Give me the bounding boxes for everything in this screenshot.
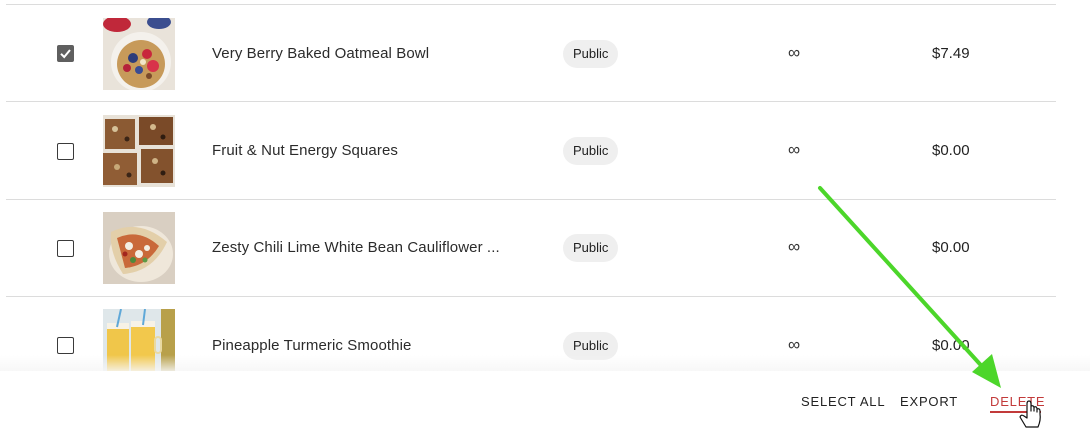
stock-infinite: ∞ [788,140,801,159]
export-button[interactable]: EXPORT [900,394,958,409]
product-price: $0.00 [932,337,970,354]
product-price: $0.00 [932,142,970,159]
energy-squares-photo [103,115,175,187]
visibility-badge: Public [563,234,619,262]
product-name[interactable]: Very Berry Baked Oatmeal Bowl [212,45,429,62]
row-checkbox[interactable] [57,143,74,160]
product-price: $0.00 [932,239,970,256]
scroll-fade [0,355,1090,372]
table-row[interactable]: Fruit & Nut Energy Squares Public ∞ $0.0… [6,101,1056,199]
product-name[interactable]: Fruit & Nut Energy Squares [212,142,398,159]
table-row[interactable]: Zesty Chili Lime White Bean Cauliflower … [6,199,1056,297]
product-price: $7.49 [932,45,970,62]
select-all-button[interactable]: SELECT ALL [801,394,885,409]
visibility-badge: Public [563,40,619,68]
delete-underline [990,411,1041,413]
product-list-page: Very Berry Baked Oatmeal Bowl Public ∞ $… [0,0,1090,432]
stock-infinite: ∞ [788,43,801,62]
delete-button[interactable]: DELETE [990,394,1045,409]
table-row[interactable]: Very Berry Baked Oatmeal Bowl Public ∞ $… [6,4,1056,102]
row-checkbox[interactable] [57,337,74,354]
oatmeal-bowl-photo [103,18,175,90]
visibility-badge: Public [563,137,619,165]
row-checkbox[interactable] [57,45,74,62]
stock-infinite: ∞ [788,335,801,354]
product-name[interactable]: Zesty Chili Lime White Bean Cauliflower … [212,239,500,256]
row-checkbox[interactable] [57,240,74,257]
product-name[interactable]: Pineapple Turmeric Smoothie [212,337,411,354]
stock-infinite: ∞ [788,237,801,256]
cauliflower-wrap-photo [103,212,175,284]
checkmark-icon [60,49,71,59]
bulk-action-bar: SELECT ALL EXPORT DELETE [0,371,1090,432]
